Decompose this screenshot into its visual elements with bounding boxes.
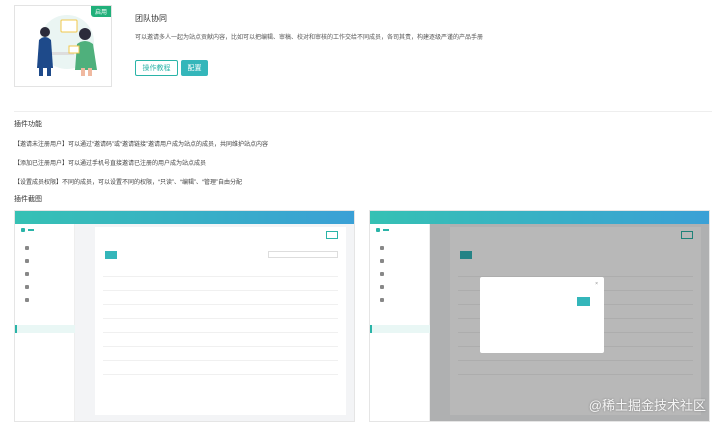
screenshot-modal-confirm [576,297,590,306]
screenshot-table-row [103,307,338,319]
screenshot-sidebar [370,224,430,421]
plugin-title: 团队协同 [135,14,167,23]
plugin-card: 启用 团队协同 可以邀请多人一起为站点贡献内容，比如可以把编辑、审稿、校对和审核… [0,0,720,112]
enabled-badge: 启用 [90,6,111,17]
plugin-screenshot-2[interactable]: × [369,210,710,422]
screenshot-topbar [15,211,354,224]
watermark: @稀土掘金技术社区 [588,398,706,413]
screenshot-table-row [103,279,338,291]
screenshot-nav-item-active [15,325,75,333]
feature-item: 【添加已注册用户】可以通过手机号直接邀请已注册的用户成为站点成员 [14,161,207,167]
screenshot-table-row [103,321,338,333]
screenshot-nav-item [380,246,384,250]
team-collaboration-illustration [37,15,97,76]
screenshot-nav-item [380,272,384,276]
screenshot-nav-item [25,298,29,302]
screenshot-nav-item [25,259,29,263]
screenshot-table-row [103,363,338,375]
screenshot-main [95,227,346,415]
screenshot-table-header [103,265,338,277]
screenshot-nav-item [380,259,384,263]
close-icon: × [595,281,598,287]
screenshot-nav-item [380,298,384,302]
screenshot-modal: × [480,277,604,353]
plugin-screenshot-1[interactable] [14,210,355,422]
screenshot-logo [376,228,389,232]
screenshot-search [268,251,338,258]
feature-item: 【邀请未注册用户】可以通过“邀请码”或“邀请链接”邀请用户成为站点的成员，共同维… [14,142,268,148]
plugin-illustration: 启用 [14,5,112,87]
screenshot-nav-item [25,246,29,250]
features-heading: 插件功能 [14,121,42,128]
screenshot-nav-item-active [370,325,430,333]
tutorial-button[interactable]: 操作教程 [135,60,178,76]
screenshot-nav-item [25,272,29,276]
divider [14,111,712,112]
screenshot-logo [21,228,34,232]
screenshot-table-row [103,349,338,361]
screenshot-sidebar [15,224,75,421]
screenshot-nav-item [380,285,384,289]
screenshot-action-button [326,231,338,239]
feature-item: 【设置成员权限】不同的成员，可以设置不同的权限，“只读”、“编辑”、“管理”自由… [14,180,242,186]
screenshot-table-row [103,335,338,347]
screenshot-table-row [103,293,338,305]
plugin-description: 可以邀请多人一起为站点贡献内容，比如可以把编辑、审稿、校对和审核的工作交给不同成… [135,35,484,41]
screenshot-invite-button [105,251,117,259]
screenshots-heading: 插件截图 [14,196,42,203]
screenshot-nav-item [25,285,29,289]
config-button[interactable]: 配置 [181,60,208,76]
screenshot-topbar [370,211,709,224]
